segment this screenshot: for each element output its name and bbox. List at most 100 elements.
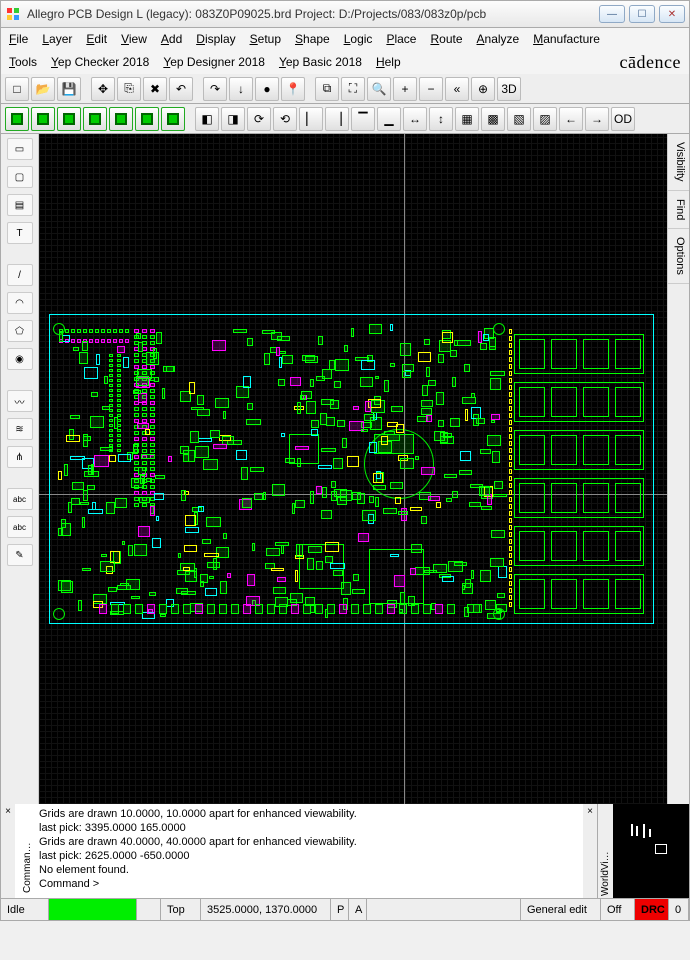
move-r-button[interactable]: → (585, 107, 609, 131)
move-l-button[interactable]: ← (559, 107, 583, 131)
tab-options[interactable]: Options (668, 229, 689, 284)
menu-add[interactable]: Add (161, 32, 182, 46)
status-a[interactable]: A (349, 899, 367, 920)
dist-v-button[interactable]: ↕ (429, 107, 453, 131)
menu-route[interactable]: Route (430, 32, 462, 46)
menu-place[interactable]: Place (386, 32, 416, 46)
tool-abc-add[interactable]: abc (7, 488, 33, 510)
group4-button[interactable]: ▨ (533, 107, 557, 131)
log-close[interactable]: × (1, 804, 15, 898)
zoom-in-button[interactable]: + (393, 77, 417, 101)
menu-edit[interactable]: Edit (86, 32, 107, 46)
menu-shape[interactable]: Shape (295, 32, 330, 46)
pcb-component (330, 400, 339, 409)
shape-g1-button[interactable] (5, 107, 29, 131)
flip-h-button[interactable]: ◧ (195, 107, 219, 131)
align-r-button[interactable]: ▕ (325, 107, 349, 131)
menu-view[interactable]: View (121, 32, 147, 46)
menu-display[interactable]: Display (196, 32, 235, 46)
flip-v-button[interactable]: ◨ (221, 107, 245, 131)
tool-fanout[interactable]: ⋔ (7, 446, 33, 468)
move-button[interactable]: ✥ (91, 77, 115, 101)
shape-g3-button[interactable] (57, 107, 81, 131)
group1-button[interactable]: ▦ (455, 107, 479, 131)
redo-button[interactable]: ↷ (203, 77, 227, 101)
tool-abc-edit[interactable]: abc (7, 516, 33, 538)
tool-rect[interactable]: ▢ (7, 166, 33, 188)
pcb-component (109, 369, 113, 372)
group3-button[interactable]: ▧ (507, 107, 531, 131)
pcb-component (310, 379, 314, 387)
tool-line[interactable]: / (7, 264, 33, 286)
dist-h-button[interactable]: ↔ (403, 107, 427, 131)
zoom-window-button[interactable]: ⧉ (315, 77, 339, 101)
status-drc[interactable]: DRC (635, 899, 669, 920)
menu-yep-checker-2018[interactable]: Yep Checker 2018 (51, 55, 149, 69)
tool-trace[interactable]: 〰 (7, 390, 33, 412)
zoom-fit-button[interactable]: ⛶ (341, 77, 365, 101)
open-button[interactable]: 📂 (31, 77, 55, 101)
menu-analyze[interactable]: Analyze (477, 32, 520, 46)
group2-button[interactable]: ▩ (481, 107, 505, 131)
zoom-refresh-button[interactable]: 🔍 (367, 77, 391, 101)
menu-tools[interactable]: Tools (9, 55, 37, 69)
status-off[interactable]: Off (601, 899, 635, 920)
menu-yep-basic-2018[interactable]: Yep Basic 2018 (279, 55, 362, 69)
tool-select[interactable]: ▭ (7, 138, 33, 160)
tool-comp[interactable]: ▤ (7, 194, 33, 216)
tool-pencil[interactable]: ✎ (7, 544, 33, 566)
undo-button[interactable]: ↶ (169, 77, 193, 101)
save-button[interactable]: 💾 (57, 77, 81, 101)
menu-logic[interactable]: Logic (344, 32, 373, 46)
tool-diff[interactable]: ≋ (7, 418, 33, 440)
pcb-component (273, 587, 286, 594)
worldview-mini[interactable] (613, 804, 689, 898)
bookmark-button[interactable]: 📍 (281, 77, 305, 101)
rotate-cw-button[interactable]: ⟳ (247, 107, 271, 131)
tab-visibility[interactable]: Visibility (668, 134, 689, 191)
close-button[interactable]: ✕ (659, 5, 685, 23)
zoom-center-button[interactable]: ⊕ (471, 77, 495, 101)
design-canvas[interactable] (39, 134, 667, 804)
status-layer[interactable]: Top (161, 899, 201, 920)
pcb-component (206, 517, 221, 528)
menu-manufacture[interactable]: Manufacture (533, 32, 600, 46)
pcb-component (106, 502, 115, 514)
menu-file[interactable]: File (9, 32, 28, 46)
minimize-button[interactable]: — (599, 5, 625, 23)
tool-via[interactable]: ◉ (7, 348, 33, 370)
worldview-close[interactable]: × (583, 804, 597, 898)
shape-g4-button[interactable] (83, 107, 107, 131)
tool-poly[interactable]: ⬠ (7, 320, 33, 342)
menu-yep-designer-2018[interactable]: Yep Designer 2018 (163, 55, 265, 69)
delete-button[interactable]: ✖ (143, 77, 167, 101)
new-button[interactable]: □ (5, 77, 29, 101)
align-b-button[interactable]: ▁ (377, 107, 401, 131)
zoom-prev-button[interactable]: « (445, 77, 469, 101)
pcb-component (252, 543, 255, 550)
maximize-button[interactable]: ☐ (629, 5, 655, 23)
copy-button[interactable]: ⎘ (117, 77, 141, 101)
check-button[interactable]: ● (255, 77, 279, 101)
align-l-button[interactable]: ▏ (299, 107, 323, 131)
3d-button[interactable]: 3D (497, 77, 521, 101)
tab-find[interactable]: Find (668, 191, 689, 229)
status-layer-color[interactable] (49, 899, 137, 920)
odb-button[interactable]: OD (611, 107, 635, 131)
shape-g6-button[interactable] (135, 107, 159, 131)
menu-help[interactable]: Help (376, 55, 401, 69)
shape-g2-button[interactable] (31, 107, 55, 131)
pcb-component (117, 444, 121, 447)
tool-text[interactable]: T (7, 222, 33, 244)
status-p[interactable]: P (331, 899, 349, 920)
shape-g5-button[interactable] (109, 107, 133, 131)
rotate-ccw-button[interactable]: ⟲ (273, 107, 297, 131)
align-t-button[interactable]: ▔ (351, 107, 375, 131)
pin-button[interactable]: ↓ (229, 77, 253, 101)
shape-g7-button[interactable] (161, 107, 185, 131)
tool-arc[interactable]: ◠ (7, 292, 33, 314)
menu-layer[interactable]: Layer (42, 32, 72, 46)
zoom-out-button[interactable]: − (419, 77, 443, 101)
menu-setup[interactable]: Setup (250, 32, 281, 46)
pcb-component (123, 357, 129, 368)
